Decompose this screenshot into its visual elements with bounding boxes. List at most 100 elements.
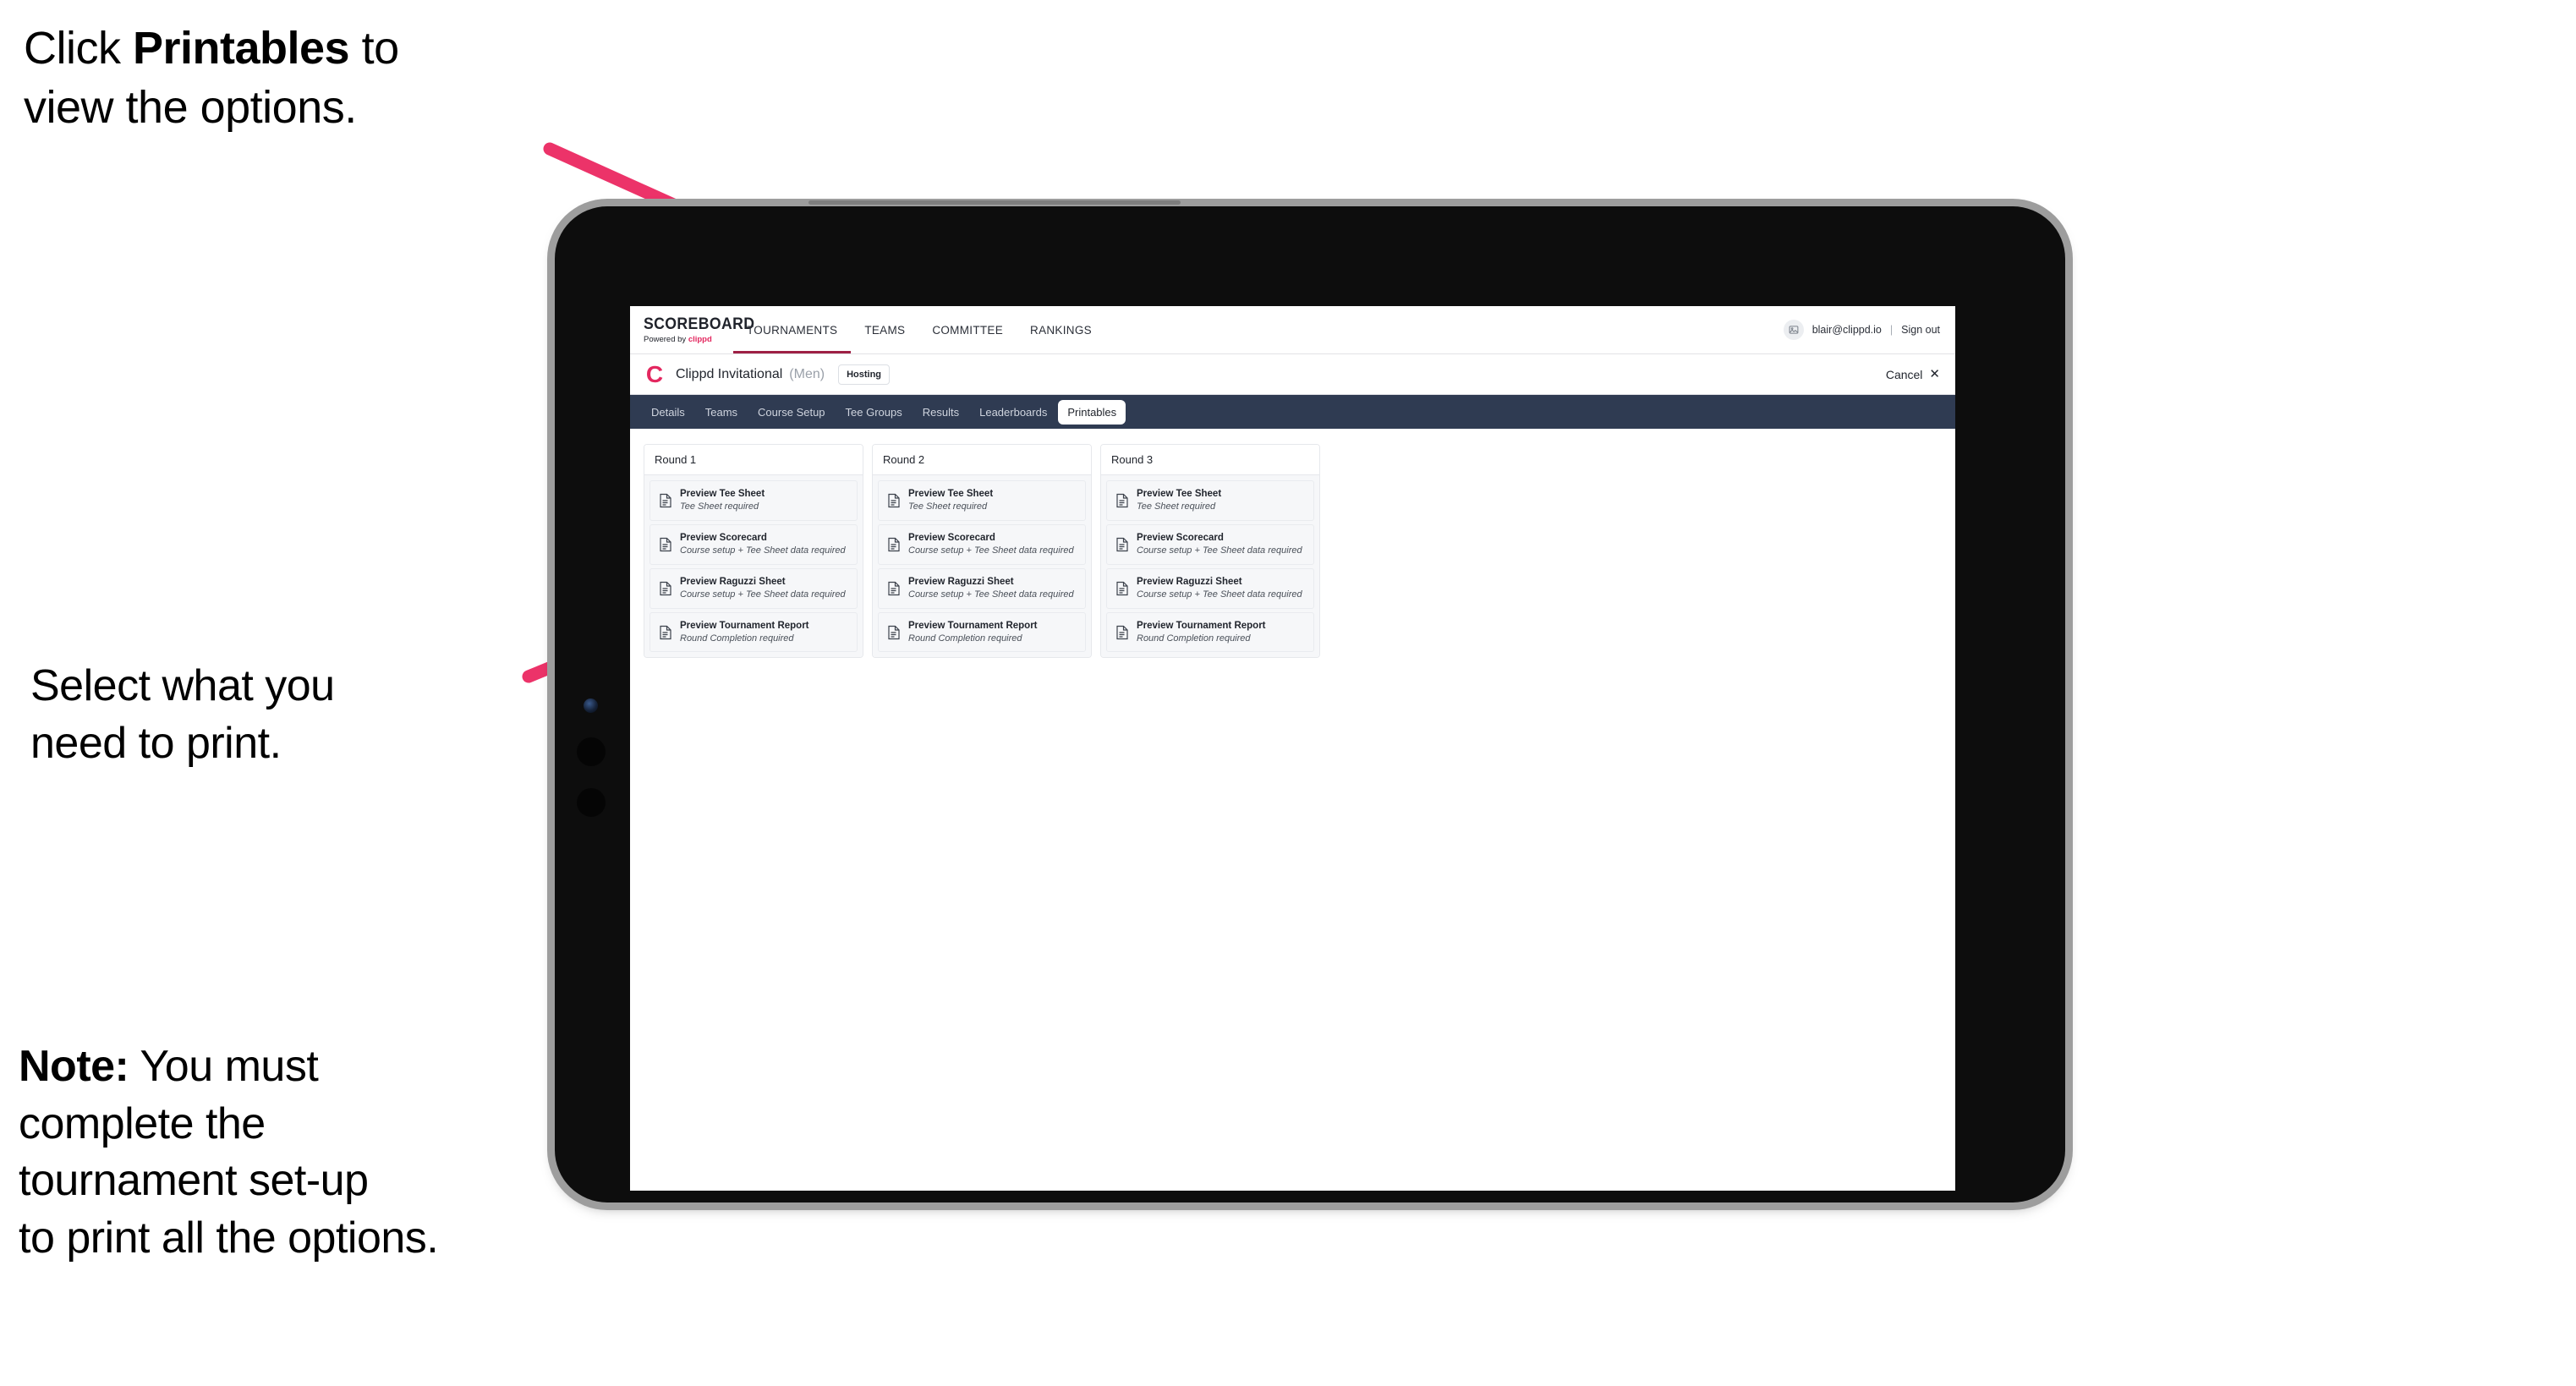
printable-title: Preview Tournament Report	[908, 620, 1038, 631]
printable-requirement: Course setup + Tee Sheet data required	[680, 589, 846, 600]
document-icon	[659, 493, 672, 508]
printable-requirement: Round Completion required	[1137, 633, 1251, 644]
scoreboard-logo[interactable]: SCOREBOARD Powered by clippd	[630, 306, 755, 353]
user-email-label: blair@clippd.io	[1811, 324, 1882, 336]
printable-requirement: Course setup + Tee Sheet data required	[680, 545, 846, 556]
annotation-note-bold: Note:	[19, 1042, 129, 1091]
round-column-1: Round 1 Preview Tee Sheet Tee Sheet requ…	[644, 444, 863, 659]
round-title-2: Round 2	[873, 445, 1091, 475]
printable-requirement: Tee Sheet required	[1137, 501, 1216, 512]
document-icon	[887, 625, 901, 640]
tournament-header-bar: C Clippd Invitational (Men) Hosting Canc…	[630, 354, 1955, 395]
printable-requirement: Course setup + Tee Sheet data required	[1137, 589, 1302, 600]
printable-scorecard-r1[interactable]: Preview Scorecard Course setup + Tee She…	[649, 523, 858, 565]
printable-title: Preview Raguzzi Sheet	[908, 576, 1014, 587]
printable-texts: Preview Raguzzi Sheet Course setup + Tee…	[908, 577, 1074, 600]
printable-title: Preview Tee Sheet	[908, 489, 994, 499]
printable-title: Preview Tee Sheet	[1137, 489, 1222, 499]
annotation-click-printables: Click Printables to view the options.	[24, 19, 565, 137]
hosting-badge: Hosting	[838, 364, 891, 385]
tablet-side-button-2[interactable]	[577, 788, 606, 817]
clippd-brand-text: clippd	[688, 334, 712, 344]
tab-results[interactable]: Results	[913, 400, 968, 425]
tournament-gender: (Men)	[789, 366, 825, 381]
printable-tournament-report-r1[interactable]: Preview Tournament Report Round Completi…	[649, 611, 858, 653]
printable-tee-sheet-r1[interactable]: Preview Tee Sheet Tee Sheet required	[649, 480, 858, 521]
cancel-button[interactable]: Cancel ✕	[1886, 368, 1940, 381]
powered-by-text: Powered by	[644, 334, 688, 344]
printable-texts: Preview Tournament Report Round Completi…	[680, 621, 809, 644]
tab-course-setup[interactable]: Course Setup	[748, 400, 835, 425]
round-column-3: Round 3 Preview Tee Sheet Tee Sheet requ…	[1100, 444, 1320, 659]
brand-title: SCOREBOARD	[644, 315, 755, 333]
user-avatar-icon[interactable]	[1783, 320, 1804, 340]
printable-title: Preview Raguzzi Sheet	[680, 576, 786, 587]
close-icon: ✕	[1929, 367, 1940, 381]
printable-title: Preview Raguzzi Sheet	[1137, 576, 1242, 587]
printable-title: Preview Tee Sheet	[680, 489, 765, 499]
sign-out-link[interactable]: Sign out	[1901, 324, 1940, 336]
tablet-side-button-1[interactable]	[577, 737, 606, 766]
printable-requirement: Course setup + Tee Sheet data required	[908, 545, 1074, 556]
tournament-sub-tabs: Details Teams Course Setup Tee Groups Re…	[630, 395, 1955, 429]
nav-label-teams: TEAMS	[864, 323, 906, 337]
tablet-camera-icon	[584, 698, 598, 713]
nav-item-teams[interactable]: TEAMS	[851, 306, 918, 353]
tab-details[interactable]: Details	[642, 400, 694, 425]
tablet-device-frame: SCOREBOARD Powered by clippd TOURNAMENTS…	[555, 200, 2065, 1202]
printable-title: Preview Tournament Report	[1137, 620, 1266, 631]
annotation-click-prefix: Click	[24, 23, 133, 74]
account-area: blair@clippd.io | Sign out	[1783, 306, 1955, 353]
printable-scorecard-r3[interactable]: Preview Scorecard Course setup + Tee She…	[1106, 523, 1314, 565]
tournament-name: Clippd Invitational	[676, 366, 783, 381]
printable-tournament-report-r3[interactable]: Preview Tournament Report Round Completi…	[1106, 611, 1314, 653]
printable-raguzzi-sheet-r2[interactable]: Preview Raguzzi Sheet Course setup + Tee…	[878, 567, 1086, 609]
app-screen: SCOREBOARD Powered by clippd TOURNAMENTS…	[630, 306, 1955, 1191]
tab-teams[interactable]: Teams	[696, 400, 747, 425]
printable-title: Preview Scorecard	[1137, 532, 1224, 543]
annotation-click-bold: Printables	[133, 23, 350, 74]
tab-tee-groups[interactable]: Tee Groups	[836, 400, 912, 425]
nav-label-committee: COMMITTEE	[932, 323, 1004, 337]
document-icon	[1115, 581, 1129, 596]
nav-label-rankings: RANKINGS	[1030, 323, 1092, 337]
tab-leaderboards[interactable]: Leaderboards	[970, 400, 1056, 425]
printable-tee-sheet-r3[interactable]: Preview Tee Sheet Tee Sheet required	[1106, 480, 1314, 521]
printable-scorecard-r2[interactable]: Preview Scorecard Course setup + Tee She…	[878, 523, 1086, 565]
printable-requirement: Round Completion required	[680, 633, 794, 644]
nav-label-tournaments: TOURNAMENTS	[747, 323, 838, 337]
printable-texts: Preview Tee Sheet Tee Sheet required	[908, 489, 993, 512]
printable-raguzzi-sheet-r1[interactable]: Preview Raguzzi Sheet Course setup + Tee…	[649, 567, 858, 609]
document-icon	[1115, 493, 1129, 508]
printable-tournament-report-r2[interactable]: Preview Tournament Report Round Completi…	[878, 611, 1086, 653]
document-icon	[887, 493, 901, 508]
round-items-3: Preview Tee Sheet Tee Sheet required Pre…	[1101, 475, 1319, 658]
nav-item-committee[interactable]: COMMITTEE	[918, 306, 1017, 353]
tab-label-course-setup: Course Setup	[758, 405, 825, 419]
tab-label-tee-groups: Tee Groups	[845, 405, 902, 419]
document-icon	[1115, 537, 1129, 552]
nav-item-rankings[interactable]: RANKINGS	[1017, 306, 1105, 353]
document-icon	[1115, 625, 1129, 640]
printable-raguzzi-sheet-r3[interactable]: Preview Raguzzi Sheet Course setup + Tee…	[1106, 567, 1314, 609]
account-separator: |	[1889, 324, 1894, 336]
printable-requirement: Tee Sheet required	[908, 501, 988, 512]
printable-tee-sheet-r2[interactable]: Preview Tee Sheet Tee Sheet required	[878, 480, 1086, 521]
brand-powered-by: Powered by clippd	[644, 336, 733, 344]
printable-title: Preview Scorecard	[908, 532, 995, 543]
tab-label-printables: Printables	[1067, 405, 1117, 419]
printable-texts: Preview Tournament Report Round Completi…	[1137, 621, 1266, 644]
tablet-speaker-grille	[808, 200, 1181, 205]
cancel-label: Cancel	[1885, 367, 1923, 381]
tab-label-details: Details	[651, 405, 685, 419]
tab-printables[interactable]: Printables	[1058, 399, 1126, 425]
printable-requirement: Round Completion required	[908, 633, 1022, 644]
clippd-c-logo-icon: C	[645, 360, 664, 387]
printable-requirement: Tee Sheet required	[680, 501, 759, 512]
nav-item-tournaments[interactable]: TOURNAMENTS	[733, 306, 852, 353]
printable-texts: Preview Scorecard Course setup + Tee She…	[1137, 533, 1302, 556]
main-nav-items: TOURNAMENTS TEAMS COMMITTEE RANKINGS	[733, 306, 1105, 353]
round-items-2: Preview Tee Sheet Tee Sheet required Pre…	[873, 475, 1091, 658]
printable-texts: Preview Tournament Report Round Completi…	[908, 621, 1038, 644]
printable-title: Preview Tournament Report	[680, 620, 809, 631]
